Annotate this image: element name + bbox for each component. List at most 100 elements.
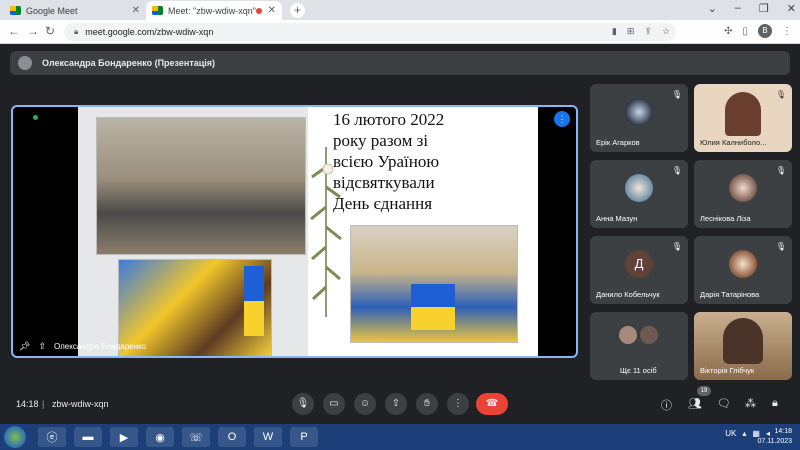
more-options-button[interactable]: ⋮ [447,393,469,415]
emoji-reactions-button[interactable]: ☺ [354,393,376,415]
forward-icon[interactable]: → [27,24,39,38]
raise-hand-button[interactable]: ✋︎ [416,393,438,415]
mic-off-icon: 🎙︎ [775,166,786,175]
start-button-icon[interactable] [4,426,26,448]
meet-favicon-icon [10,6,21,15]
close-tab-icon[interactable]: ✕ [132,5,140,16]
tab-meet-call[interactable]: Meet: "zbw-wdiw-xqn" ✕ [146,1,282,20]
slide-line: День єднання [333,194,433,213]
opera-icon[interactable]: O [218,427,246,447]
media-player-icon[interactable]: ▶ [110,427,138,447]
clock-time: 14:18 [774,428,792,435]
bookmark-star-icon[interactable]: ☆ [662,26,670,37]
mic-off-icon: 🎙︎ [671,90,682,99]
activities-icon[interactable]: ⁂ [745,397,756,410]
chat-icon[interactable]: 🗨︎ [717,397,731,410]
participant-tile[interactable]: 🎙︎ Дарія Татарінова [694,236,792,304]
participant-tile[interactable]: 🎙︎ Юлия Калниболо... [694,84,792,152]
maximize-icon[interactable]: ❐ [759,2,769,15]
mic-off-icon: 🎙︎ [775,90,786,99]
meeting-code: zbw-wdiw-xqn [52,399,109,409]
powerpoint-icon[interactable]: P [290,427,318,447]
tab-search-icon[interactable]: ⌄ [708,2,717,15]
share-icon[interactable]: ⇪ [644,26,652,37]
chrome-icon[interactable]: ◉ [146,427,174,447]
language-indicator[interactable]: UK [725,429,736,438]
browser-tab-bar: Google Meet ✕ Meet: "zbw-wdiw-xqn" ✕ + ⌄… [0,0,800,20]
minimize-icon[interactable]: – [735,2,741,15]
participant-tile[interactable]: 🎙︎ Леснікова Ліза [694,160,792,228]
reload-icon[interactable]: ↻ [45,24,55,38]
participant-tile[interactable]: 🎙︎ Анна Мазун [590,160,688,228]
viber-icon[interactable]: ☏ [182,427,210,447]
participant-avatar [729,174,757,202]
separator: | [42,399,45,409]
tray-arrow-icon[interactable]: ▴ [742,429,746,438]
participant-name: Данило Кобельчук [596,290,660,299]
presentation-stage[interactable]: 16 лютого 2022 року разом зі всією Ураїн… [11,105,578,358]
participant-avatar [729,250,757,278]
meet-control-bar: 14:18 | zbw-wdiw-xqn 🎙︎ ▭ ☺ ⇧ ✋︎ ⋮ ☎︎ ⓘ … [0,386,800,424]
participant-name: Юлия Калниболо... [700,138,767,147]
close-tab-icon[interactable]: ✕ [268,5,276,16]
camera-in-use-icon[interactable]: ▮ [612,26,617,37]
leave-call-button[interactable]: ☎︎ [476,393,508,415]
profile-avatar[interactable]: B [758,24,772,38]
extensions-puzzle-icon[interactable]: ✣ [724,26,732,37]
host-controls-icon[interactable]: 🔒︎ [772,397,778,410]
camera-button[interactable]: ▭ [323,393,345,415]
people-icon[interactable]: 👥︎ [688,397,702,410]
tab-google-meet[interactable]: Google Meet ✕ [4,1,146,20]
more-participants-avatars [619,326,658,344]
meeting-details-icon[interactable]: ⓘ [661,397,672,413]
participant-name: Вікторія Глібчук [700,366,755,375]
taskbar-clock[interactable]: 14:18 07.11.2023 [757,427,792,447]
tab-title: Meet: "zbw-wdiw-xqn" [168,5,256,16]
clock-date: 07.11.2023 [757,438,792,445]
url-input[interactable]: 🔒︎ meet.google.com/zbw-wdiw-xqn ▮ ⊞ ⇪ ☆ [64,23,676,41]
url-text: meet.google.com/zbw-wdiw-xqn [85,27,214,37]
pin-icon[interactable]: 📌︎ [19,341,30,352]
participant-tile[interactable]: Вікторія Глібчук [694,312,792,380]
participant-name: Дарія Татарінова [700,290,760,299]
group-photo [96,117,306,255]
file-explorer-icon[interactable]: ▬ [74,427,102,447]
menu-kebab-icon[interactable]: ⋮ [782,26,792,37]
present-screen-icon: ⇧ [38,341,46,351]
internet-explorer-icon[interactable]: ⓔ [38,427,66,447]
participant-video [725,92,761,136]
translate-icon[interactable]: ⊞ [627,26,635,37]
participant-tile[interactable]: Д 🎙︎ Данило Кобельчук [590,236,688,304]
participant-name: Леснікова Ліза [700,214,751,223]
side-panel-icon[interactable]: ▯ [742,26,748,37]
mic-off-icon: 🎙︎ [671,166,682,175]
close-window-icon[interactable]: ✕ [787,2,796,15]
back-icon[interactable]: ← [8,24,20,38]
presenter-banner-text: Олександра Бондаренко (Презентація) [42,58,216,68]
microphone-button[interactable]: 🎙︎ [292,393,314,415]
participant-letter-avatar: Д [625,250,653,278]
participant-avatar [625,174,653,202]
active-dot [33,115,38,120]
ukraine-flag-image [411,284,455,330]
more-participants-label: Щє 11 осіб [620,366,657,375]
word-icon[interactable]: W [254,427,282,447]
slide-line: 16 лютого 2022 [333,110,445,129]
stage-caption: 📌︎ ⇧ Олександра Бондаренко [19,341,146,352]
lock-icon: 🔒︎ [74,27,79,36]
stage-options-icon[interactable]: ⋮ [554,111,570,127]
present-now-button[interactable]: ⇧ [385,393,407,415]
more-participants-tile[interactable]: Щє 11 осіб [590,312,688,380]
participant-name: Ерік Агарков [596,138,640,147]
tab-title: Google Meet [26,5,78,16]
presenter-avatar [18,56,32,70]
presentation-slide: 16 лютого 2022 року разом зі всією Ураїн… [78,107,538,356]
omnibox-icons: ▮ ⊞ ⇪ ☆ [612,26,670,37]
window-controls: ⌄ – ❐ ✕ [708,2,796,15]
new-tab-button[interactable]: + [290,3,305,18]
people-count-badge: 19 [697,386,711,396]
participant-tile[interactable]: 🎙︎ Ерік Агарков [590,84,688,152]
participant-avatar [625,98,653,126]
slide-line: всією Ураїною [333,152,440,171]
participant-video [723,318,763,364]
